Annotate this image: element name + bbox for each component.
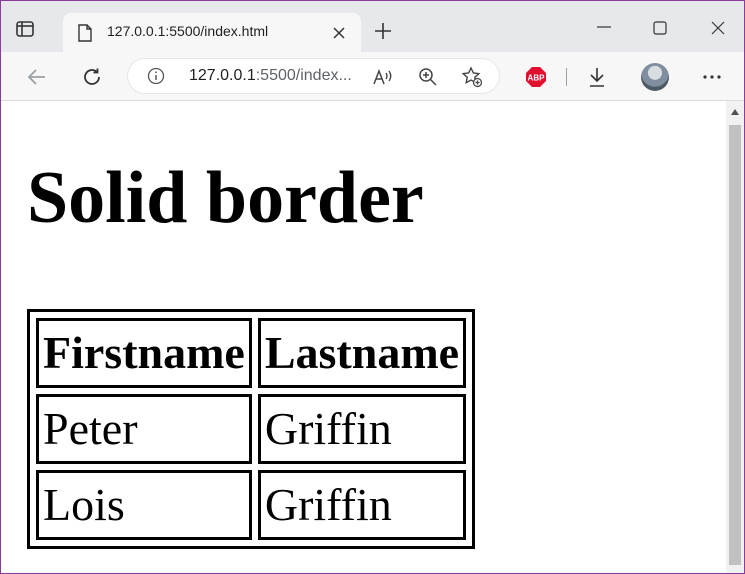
maximize-icon[interactable] (649, 17, 671, 39)
page-heading: Solid border (27, 157, 424, 239)
page-icon (77, 24, 93, 42)
plus-icon[interactable] (373, 21, 393, 41)
info-icon[interactable] (147, 67, 165, 85)
scrollbar-thumb[interactable] (729, 125, 741, 565)
table-row: Lois Griffin (36, 470, 467, 540)
adblock-plus-icon[interactable]: ABP (525, 66, 547, 88)
browser-window: 127.0.0.1:5500/index.html 127.0.0.1:5500… (0, 0, 745, 574)
close-icon[interactable] (331, 25, 347, 41)
url-host: 127.0.0.1 (189, 67, 256, 84)
adblock-label: ABP (528, 74, 546, 83)
toolbar: 127.0.0.1:5500/index... ABP (1, 52, 744, 101)
active-tab[interactable]: 127.0.0.1:5500/index.html (63, 13, 361, 54)
read-aloud-icon[interactable] (371, 65, 395, 89)
minimize-icon[interactable] (593, 19, 615, 39)
more-icon[interactable] (700, 65, 724, 89)
cell-lastname: Griffin (257, 470, 467, 540)
url-path: :5500/index... (255, 67, 352, 84)
cell-firstname: Peter (36, 394, 252, 464)
scroll-up-arrow-icon[interactable] (731, 109, 739, 115)
bordered-table: Firstname Lastname Peter Griffin Lois Gr… (27, 309, 476, 549)
tab-actions-icon[interactable] (15, 19, 35, 39)
header-firstname: Firstname (36, 318, 252, 388)
address-bar[interactable]: 127.0.0.1:5500/index... (127, 58, 500, 94)
profile-avatar[interactable] (641, 63, 669, 91)
back-arrow-icon[interactable] (25, 65, 49, 89)
refresh-icon[interactable] (80, 65, 104, 89)
zoom-in-icon[interactable] (416, 65, 440, 89)
table-row: Peter Griffin (36, 394, 467, 464)
add-favorite-icon[interactable] (460, 65, 484, 89)
page-content: Solid border Firstname Lastname Peter Gr… (1, 101, 726, 573)
cell-firstname: Lois (36, 470, 252, 540)
tab-title: 127.0.0.1:5500/index.html (107, 23, 269, 39)
url-text[interactable]: 127.0.0.1:5500/index... (189, 67, 352, 85)
tab-bar: 127.0.0.1:5500/index.html (1, 1, 744, 54)
download-icon[interactable] (585, 65, 609, 89)
vertical-scrollbar[interactable] (726, 101, 744, 573)
cell-lastname: Griffin (257, 394, 467, 464)
toolbar-divider (566, 68, 567, 86)
header-lastname: Lastname (257, 318, 467, 388)
window-close-icon[interactable] (707, 17, 729, 39)
table-header-row: Firstname Lastname (36, 318, 467, 388)
